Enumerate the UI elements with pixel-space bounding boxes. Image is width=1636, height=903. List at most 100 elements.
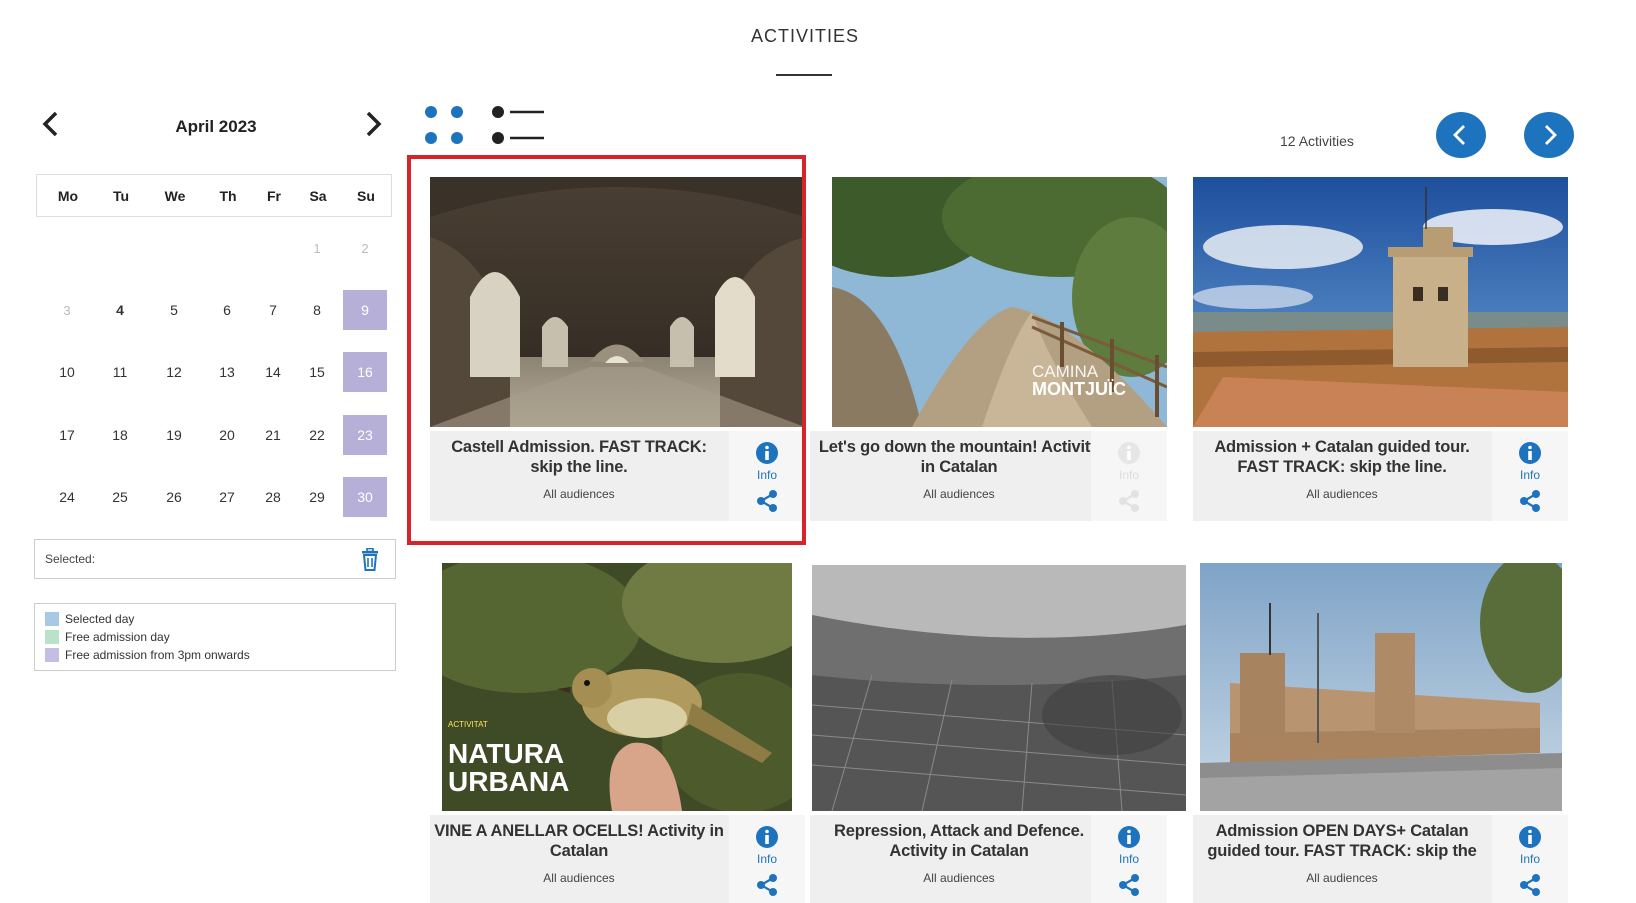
legend-swatch (45, 612, 59, 626)
info-button[interactable]: Info (729, 441, 805, 482)
calendar-day[interactable]: 20 (205, 415, 249, 455)
activity-photo[interactable]: ACTIVITAT NATURA URBANA (442, 563, 792, 811)
card-body: VINE A ANELLAR OCELLS! Activity in Catal… (430, 815, 805, 903)
calendar-day[interactable]: 30 (343, 477, 387, 517)
share-icon[interactable] (1117, 873, 1141, 897)
calendar-day[interactable]: 6 (205, 290, 249, 330)
info-button[interactable]: Info (729, 825, 805, 866)
info-button[interactable]: Info (1091, 441, 1167, 482)
card-body: Admission OPEN DAYS+ Catalan guided tour… (1193, 815, 1568, 903)
legend-label: Free admission day (65, 630, 170, 644)
calendar-day[interactable]: 9 (343, 290, 387, 330)
share-icon[interactable] (755, 873, 779, 897)
info-label: Info (1519, 468, 1540, 482)
calendar-day[interactable]: 5 (152, 290, 196, 330)
calendar-day[interactable]: 18 (98, 415, 142, 455)
activity-photo[interactable] (812, 565, 1186, 811)
chevron-left-icon (42, 111, 58, 137)
calendar-day[interactable]: 29 (295, 477, 339, 517)
card-audience: All audiences (543, 487, 615, 501)
calendar-day[interactable]: 11 (98, 352, 142, 392)
card-title[interactable]: Repression, Attack and Defence. Activity… (814, 821, 1104, 861)
bird-photo: ACTIVITAT NATURA URBANA (442, 563, 792, 811)
previous-page-button[interactable] (1436, 112, 1486, 158)
chevron-right-icon (366, 111, 382, 137)
calendar-day[interactable]: 4 (98, 290, 142, 330)
weekday-label: Sa (309, 187, 327, 204)
activity-photo[interactable] (1193, 177, 1568, 427)
activity-photo[interactable]: CAMINA MONTJUÏC (832, 177, 1167, 427)
calendar-day[interactable]: 7 (251, 290, 295, 330)
previous-month-button[interactable] (36, 108, 68, 140)
calendar-day[interactable]: 2 (343, 228, 387, 268)
archway-photo (430, 177, 805, 427)
card-title[interactable]: Let's go down the mountain! Activity in … (814, 437, 1104, 477)
weekday-label: Mo (57, 187, 79, 204)
info-button[interactable]: Info (1492, 825, 1568, 866)
calendar-day[interactable]: 26 (152, 477, 196, 517)
calendar-day[interactable]: 28 (251, 477, 295, 517)
activity-photo[interactable] (430, 177, 805, 427)
card-title[interactable]: Admission + Catalan guided tour. FAST TR… (1197, 437, 1487, 477)
weekday-label: Th (219, 187, 237, 204)
info-icon (756, 442, 778, 464)
weekday-label: We (164, 187, 186, 204)
weekday-label: Fr (267, 187, 281, 204)
list-view-icon[interactable] (490, 104, 546, 146)
calendar-day[interactable]: 19 (152, 415, 196, 455)
activity-photo[interactable] (1200, 563, 1562, 811)
calendar-day[interactable]: 24 (45, 477, 89, 517)
info-label: Info (1519, 852, 1540, 866)
card-audience: All audiences (543, 871, 615, 885)
photo-overlay-text: ACTIVITAT (448, 720, 488, 729)
selected-label: Selected: (45, 552, 96, 566)
calendar-day[interactable]: 14 (251, 352, 295, 392)
card-title[interactable]: Admission OPEN DAYS+ Catalan guided tour… (1197, 821, 1487, 861)
castle-tower-photo (1193, 177, 1568, 427)
calendar-day[interactable]: 10 (45, 352, 89, 392)
castle-exterior-photo (1200, 563, 1562, 811)
next-month-button[interactable] (356, 108, 388, 140)
calendar-day[interactable]: 3 (45, 290, 89, 330)
card-audience: All audiences (923, 871, 995, 885)
calendar-day[interactable]: 23 (343, 415, 387, 455)
calendar-day[interactable]: 13 (205, 352, 249, 392)
calendar-day[interactable]: 22 (295, 415, 339, 455)
share-icon[interactable] (1117, 489, 1141, 513)
card-actions: Info (729, 431, 805, 521)
month-label: April 2023 (175, 117, 257, 136)
calendar-day[interactable]: 16 (343, 352, 387, 392)
info-label: Info (1118, 852, 1139, 866)
page-title: ACTIVITIES (750, 26, 859, 46)
info-icon (756, 826, 778, 848)
calendar-day[interactable]: 27 (205, 477, 249, 517)
calendar-day[interactable]: 8 (295, 290, 339, 330)
trash-icon[interactable] (359, 548, 381, 572)
calendar-day[interactable]: 21 (251, 415, 295, 455)
card-body: Castell Admission. FAST TRACK: skip the … (430, 431, 805, 521)
legend-item: Free admission from 3pm onwards (45, 646, 385, 664)
share-icon[interactable] (1518, 873, 1542, 897)
share-icon[interactable] (755, 489, 779, 513)
grid-view-icon[interactable] (423, 104, 465, 146)
calendar-day[interactable]: 15 (295, 352, 339, 392)
card-title[interactable]: Castell Admission. FAST TRACK: skip the … (434, 437, 724, 477)
share-icon[interactable] (1518, 489, 1542, 513)
card-actions: Info (1492, 431, 1568, 521)
calendar-day[interactable]: 17 (45, 415, 89, 455)
info-icon (1118, 826, 1140, 848)
card-actions: Info (1091, 431, 1167, 521)
info-icon (1519, 442, 1541, 464)
info-label: Info (1118, 468, 1139, 482)
next-page-button[interactable] (1524, 112, 1574, 158)
calendar-day[interactable]: 25 (98, 477, 142, 517)
card-audience: All audiences (1306, 487, 1378, 501)
info-button[interactable]: Info (1492, 441, 1568, 482)
photo-overlay-text: NATURA (448, 738, 564, 769)
calendar-day[interactable]: 12 (152, 352, 196, 392)
info-button[interactable]: Info (1091, 825, 1167, 866)
mountain-path-photo: CAMINA MONTJUÏC (832, 177, 1167, 427)
card-title[interactable]: VINE A ANELLAR OCELLS! Activity in Catal… (434, 821, 724, 861)
card-actions: Info (1091, 815, 1167, 903)
calendar-day[interactable]: 1 (295, 228, 339, 268)
